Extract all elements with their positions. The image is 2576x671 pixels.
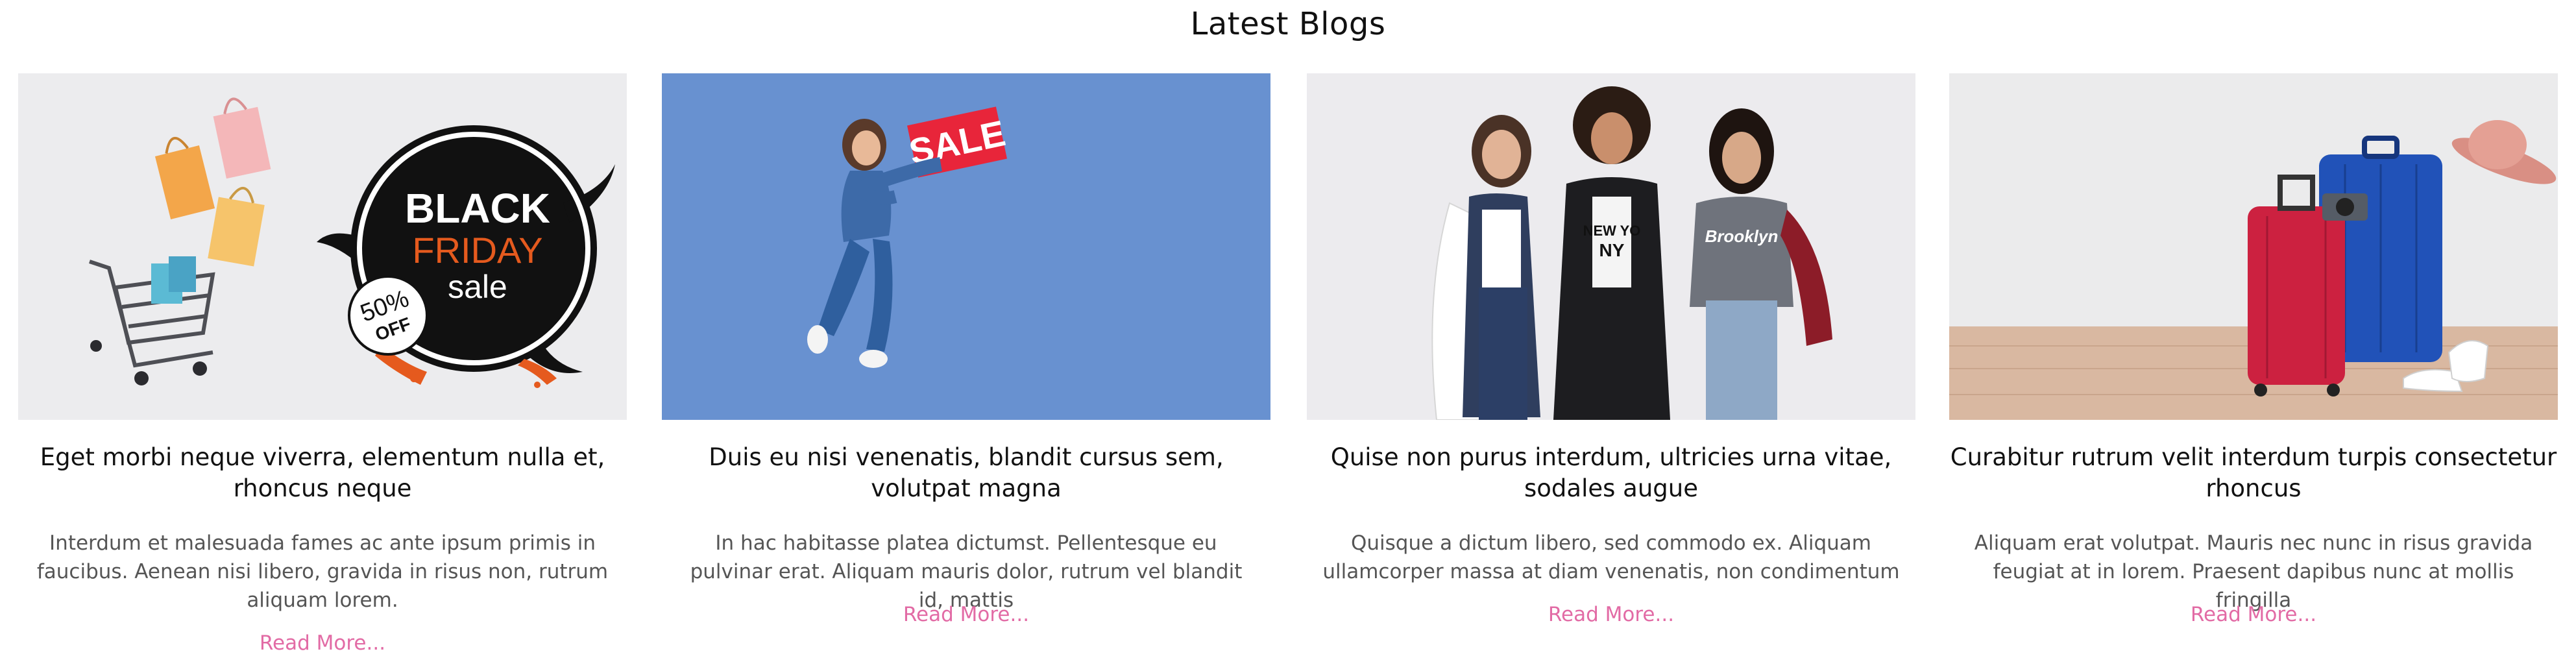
blog-card-title[interactable]: Quise non purus interdum, ultricies urna… <box>1307 442 1915 504</box>
blog-card-image[interactable] <box>1949 73 2558 420</box>
shirt-text-brooklyn: Brooklyn <box>1705 226 1779 246</box>
shirt-text-ny: NY <box>1599 240 1625 260</box>
read-more-link[interactable]: Read More... <box>1307 600 1915 629</box>
read-more-link[interactable]: Read More... <box>18 629 627 657</box>
blog-card-title[interactable]: Eget morbi neque viverra, elementum null… <box>18 442 627 504</box>
blog-card-image[interactable]: NEW YO NY Brooklyn <box>1307 73 1915 420</box>
section-title: Latest Blogs <box>1190 6 1386 42</box>
black-friday-image: BLACK FRIDAY sale 50% OFF <box>18 73 627 420</box>
blog-card-image[interactable]: SALE <box>662 73 1270 420</box>
sale-woman-image: SALE <box>662 73 1270 420</box>
friday-text: FRIDAY <box>412 230 542 271</box>
three-women-image: NEW YO NY Brooklyn <box>1307 73 1915 420</box>
blog-card: SALE Duis eu nisi venenatis, blandit cur… <box>662 73 1270 671</box>
read-more-link[interactable]: Read More... <box>1949 600 2558 629</box>
suitcases-image <box>1949 73 2558 420</box>
blog-card-title[interactable]: Duis eu nisi venenatis, blandit cursus s… <box>662 442 1270 504</box>
blog-card: Curabitur rutrum velit interdum turpis c… <box>1949 73 2558 671</box>
read-more-link[interactable]: Read More... <box>662 600 1270 629</box>
blog-card-excerpt: Quisque a dictum libero, sed commodo ex.… <box>1322 531 1900 583</box>
sale-text: sale <box>448 269 507 305</box>
blog-card-title[interactable]: Curabitur rutrum velit interdum turpis c… <box>1949 442 2558 504</box>
blog-card: NEW YO NY Brooklyn Quise non purus inter… <box>1307 73 1915 671</box>
black-text: BLACK <box>405 185 550 232</box>
blog-card-excerpt: Interdum et malesuada fames ac ante ipsu… <box>36 531 609 612</box>
blog-card-image[interactable]: BLACK FRIDAY sale 50% OFF <box>18 73 627 420</box>
shirt-text-newyork: NEW YO <box>1583 223 1641 239</box>
blog-grid: BLACK FRIDAY sale 50% OFF Eget morbi neq… <box>18 73 2558 671</box>
blog-card: BLACK FRIDAY sale 50% OFF Eget morbi neq… <box>18 73 627 671</box>
